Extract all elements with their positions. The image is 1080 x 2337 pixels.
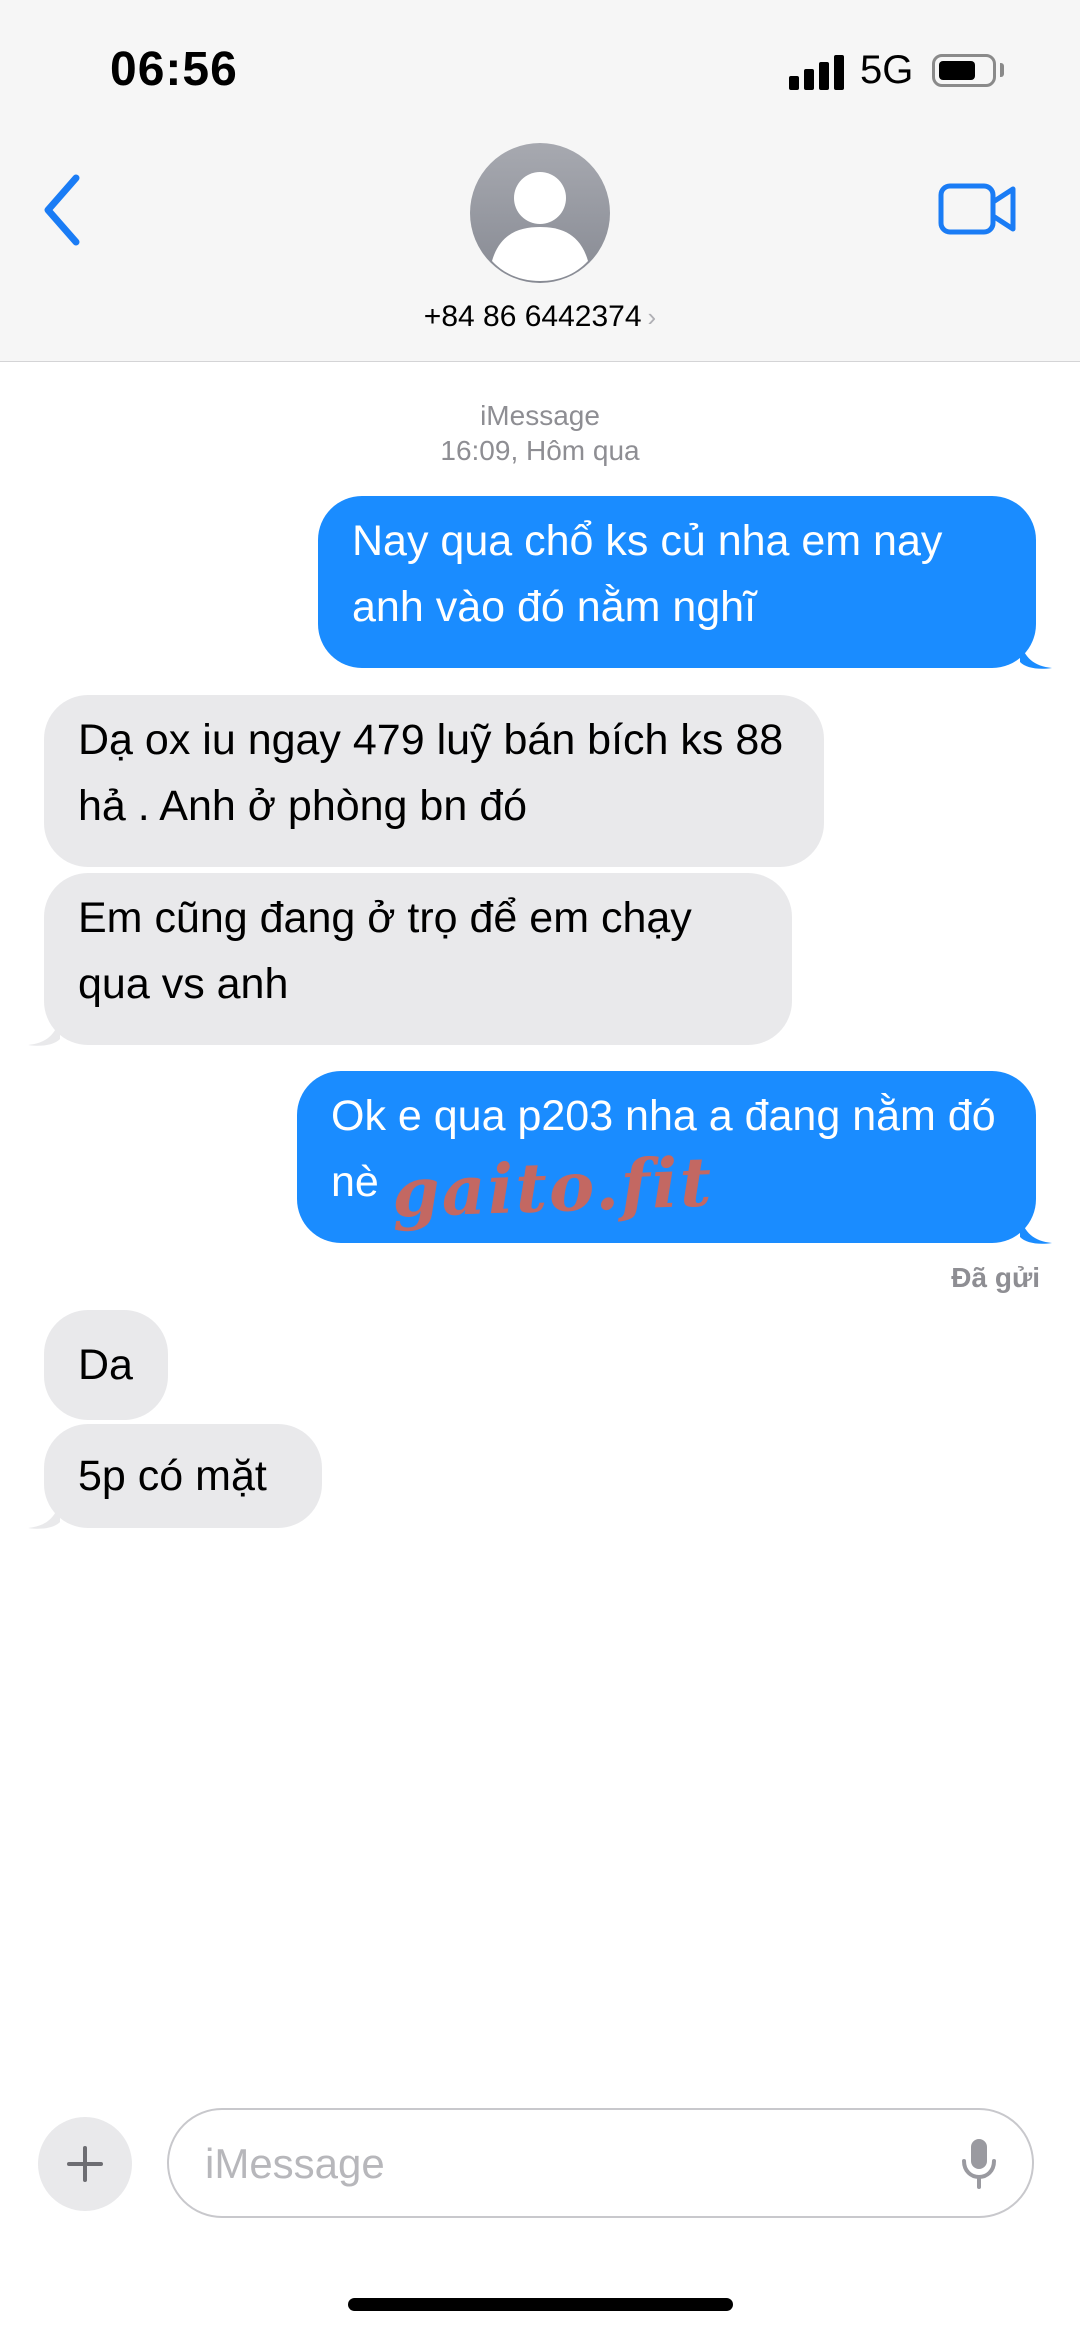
message-bubble-incoming[interactable]: Da xyxy=(44,1310,168,1420)
message-input[interactable] xyxy=(203,2130,907,2198)
microphone-icon xyxy=(962,2139,996,2189)
battery-tip xyxy=(1000,63,1004,77)
contact-name[interactable]: +84 86 6442374 › xyxy=(0,300,1080,334)
apps-plus-button[interactable] xyxy=(38,2117,132,2211)
contact-avatar[interactable] xyxy=(470,143,610,283)
video-camera-icon xyxy=(938,183,1016,235)
bubble-tail-incoming xyxy=(28,1017,60,1046)
contact-name-label: +84 86 6442374 xyxy=(423,300,642,333)
message-bubble-incoming[interactable]: 5p có mặt xyxy=(44,1424,322,1528)
dictation-button[interactable] xyxy=(959,2137,999,2191)
message-compose-field[interactable] xyxy=(167,2108,1034,2218)
conversation-header: 06:56 5G +84 86 6442374 › xyxy=(0,0,1080,362)
plus-icon xyxy=(67,2146,103,2182)
message-text: Em cũng đang ở trọ để em chạy qua vs anh xyxy=(78,894,692,1008)
status-time: 06:56 xyxy=(110,43,238,96)
message-text: Nay qua chổ ks củ nha em nay anh vào đó … xyxy=(352,517,943,631)
battery-icon xyxy=(932,54,996,87)
chevron-right-icon: › xyxy=(647,302,657,332)
message-text: Dạ ox iu ngay 479 luỹ bán bích ks 88 hả … xyxy=(78,716,784,830)
watermark: gaito.fit xyxy=(390,1142,715,1234)
facetime-video-button[interactable] xyxy=(938,183,1016,235)
bubble-tail-outgoing xyxy=(1020,640,1052,669)
message-bubble-incoming[interactable]: Em cũng đang ở trọ để em chạy qua vs anh xyxy=(44,873,792,1045)
messages-screen: 06:56 5G +84 86 6442374 › iMessage 16:09… xyxy=(0,0,1080,2337)
network-type: 5G xyxy=(860,48,914,92)
thread-timestamp: 16:09, Hôm qua xyxy=(440,435,640,466)
message-bubble-incoming[interactable]: Dạ ox iu ngay 479 luỹ bán bích ks 88 hả … xyxy=(44,695,824,867)
home-indicator[interactable] xyxy=(348,2298,733,2311)
back-button[interactable] xyxy=(38,170,88,250)
cellular-signal-icon xyxy=(789,54,844,90)
person-silhouette-icon xyxy=(492,172,588,281)
bubble-tail-outgoing xyxy=(1020,1215,1052,1244)
service-label: iMessage xyxy=(480,400,600,431)
message-text: Da xyxy=(78,1341,133,1389)
message-bubble-outgoing[interactable]: Nay qua chổ ks củ nha em nay anh vào đó … xyxy=(318,496,1036,668)
chevron-left-icon xyxy=(44,174,80,246)
delivered-status: Đã gửi xyxy=(951,1262,1040,1293)
message-text: 5p có mặt xyxy=(78,1452,267,1500)
bubble-tail-incoming xyxy=(28,1500,60,1529)
